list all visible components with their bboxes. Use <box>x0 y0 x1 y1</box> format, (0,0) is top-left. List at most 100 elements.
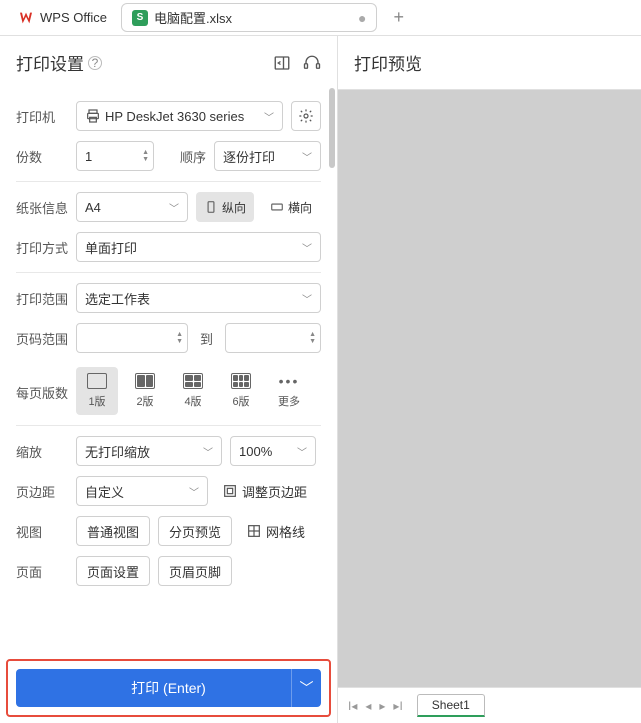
spinner-arrows[interactable]: ▲▼ <box>142 149 149 163</box>
paper-size-value: A4 <box>85 200 101 215</box>
page-setup-button[interactable]: 页面设置 <box>76 556 150 586</box>
layout-4-label: 4版 <box>184 393 201 409</box>
tab-close-icon[interactable]: ● <box>358 10 366 26</box>
preview-panel: 打印预览 I◂ ◂ ▸ ▸I Sheet1 <box>338 36 641 723</box>
grid-icon <box>246 523 262 539</box>
layout-6-button[interactable]: 6版 <box>220 367 262 415</box>
layout-1-label: 1版 <box>88 393 105 409</box>
scale-pct-value: 100% <box>239 444 272 459</box>
tab-file-label: 电脑配置.xlsx <box>154 8 232 27</box>
nav-next-icon[interactable]: ▸ <box>379 699 385 713</box>
layout-1-button[interactable]: 1版 <box>76 367 118 415</box>
label-order: 顺序 <box>180 147 206 166</box>
preview-area <box>338 90 641 687</box>
panel-actions <box>273 54 321 72</box>
view-normal-button[interactable]: 普通视图 <box>76 516 150 546</box>
scale-pct-select[interactable]: 100% ﹀ <box>230 436 316 466</box>
range-value: 选定工作表 <box>85 289 150 308</box>
label-paper: 纸张信息 <box>16 198 68 217</box>
label-range: 打印范围 <box>16 289 68 308</box>
printer-icon <box>85 108 101 124</box>
page-to-input[interactable]: ▲▼ <box>225 323 321 353</box>
gear-icon <box>298 108 314 124</box>
chevron-down-icon: ﹀ <box>169 200 179 215</box>
orientation-portrait-button[interactable]: 纵向 <box>196 192 254 222</box>
portrait-icon <box>204 199 218 215</box>
panel-title: 打印设置 ? <box>16 50 102 75</box>
label-scale: 缩放 <box>16 442 68 461</box>
nav-prev-icon[interactable]: ◂ <box>365 699 371 713</box>
paper-size-select[interactable]: A4 ﹀ <box>76 192 188 222</box>
chevron-down-icon: ﹀ <box>203 444 213 459</box>
page-from-input[interactable]: ▲▼ <box>76 323 188 353</box>
label-page: 页面 <box>16 562 68 581</box>
gridlines-button[interactable]: 网格线 <box>240 516 311 546</box>
label-pages: 页码范围 <box>16 329 68 348</box>
header-footer-label: 页眉页脚 <box>169 562 221 581</box>
copies-input[interactable]: 1 ▲▼ <box>76 141 154 171</box>
adjust-margin-button[interactable]: 调整页边距 <box>216 476 313 506</box>
settings-body: 打印机 HP DeskJet 3630 series ﹀ 份数 1 ▲▼ 顺序 <box>0 85 337 653</box>
divider <box>16 272 321 273</box>
layout-icon[interactable] <box>273 54 291 72</box>
label-margin: 页边距 <box>16 482 68 501</box>
scrollbar[interactable] <box>329 88 335 168</box>
print-dropdown-icon[interactable]: ﹀ <box>291 669 321 707</box>
print-button-highlight: 打印 (Enter) ﹀ <box>6 659 331 717</box>
tab-add-icon[interactable]: + <box>393 7 404 28</box>
portrait-label: 纵向 <box>222 199 246 216</box>
more-icon: ••• <box>279 373 300 389</box>
tab-home[interactable]: WPS Office <box>8 6 117 30</box>
view-page-button[interactable]: 分页预览 <box>158 516 232 546</box>
label-method: 打印方式 <box>16 238 68 257</box>
print-button[interactable]: 打印 (Enter) ﹀ <box>16 669 321 707</box>
page-setup-label: 页面设置 <box>87 562 139 581</box>
scale-select[interactable]: 无打印缩放 ﹀ <box>76 436 222 466</box>
layout-2-label: 2版 <box>136 393 153 409</box>
landscape-icon <box>270 199 284 215</box>
panel-header: 打印设置 ? <box>0 36 337 85</box>
chevron-down-icon: ﹀ <box>302 240 312 255</box>
margin-select[interactable]: 自定义 ﹀ <box>76 476 208 506</box>
chevron-down-icon: ﹀ <box>264 109 274 124</box>
row-pages: 页码范围 ▲▼ 到 ▲▼ <box>16 323 321 353</box>
gridlines-label: 网格线 <box>266 522 305 541</box>
headset-icon[interactable] <box>303 54 321 72</box>
row-scale: 缩放 无打印缩放 ﹀ 100% ﹀ <box>16 436 321 466</box>
label-to: 到 <box>196 329 217 348</box>
spinner-arrows[interactable]: ▲▼ <box>309 331 316 345</box>
sheet-tab[interactable]: Sheet1 <box>417 694 485 717</box>
order-value: 逐份打印 <box>223 147 275 166</box>
row-range: 打印范围 选定工作表 ﹀ <box>16 283 321 313</box>
header-footer-button[interactable]: 页眉页脚 <box>158 556 232 586</box>
range-select[interactable]: 选定工作表 ﹀ <box>76 283 321 313</box>
sheet-tab-label: Sheet1 <box>432 698 470 712</box>
label-copies: 份数 <box>16 147 68 166</box>
orientation-landscape-button[interactable]: 横向 <box>262 192 320 222</box>
printer-settings-button[interactable] <box>291 101 321 131</box>
divider <box>16 425 321 426</box>
layout-options: 1版 2版 4版 6版 •••更多 <box>76 367 310 415</box>
row-paper: 纸张信息 A4 ﹀ 纵向 横向 <box>16 192 321 222</box>
method-select[interactable]: 单面打印 ﹀ <box>76 232 321 262</box>
layout-2-button[interactable]: 2版 <box>124 367 166 415</box>
help-icon[interactable]: ? <box>88 56 102 70</box>
row-view: 视图 普通视图 分页预览 网格线 <box>16 516 321 546</box>
method-value: 单面打印 <box>85 238 137 257</box>
order-select[interactable]: 逐份打印 ﹀ <box>214 141 321 171</box>
chevron-down-icon: ﹀ <box>297 444 307 459</box>
layout-4-button[interactable]: 4版 <box>172 367 214 415</box>
nav-last-icon[interactable]: ▸I <box>393 699 402 713</box>
nav-first-icon[interactable]: I◂ <box>348 699 357 713</box>
adjust-margin-label: 调整页边距 <box>242 482 307 501</box>
main: 打印设置 ? 打印机 HP DeskJet 3630 series ﹀ <box>0 36 641 723</box>
landscape-label: 横向 <box>288 199 312 216</box>
spinner-arrows[interactable]: ▲▼ <box>176 331 183 345</box>
margin-value: 自定义 <box>85 482 124 501</box>
row-printer: 打印机 HP DeskJet 3630 series ﹀ <box>16 101 321 131</box>
layout-more-button[interactable]: •••更多 <box>268 367 310 415</box>
tab-file[interactable]: S 电脑配置.xlsx ● <box>121 3 377 32</box>
wps-logo-icon <box>18 10 34 26</box>
printer-select[interactable]: HP DeskJet 3630 series ﹀ <box>76 101 283 131</box>
row-method: 打印方式 单面打印 ﹀ <box>16 232 321 262</box>
